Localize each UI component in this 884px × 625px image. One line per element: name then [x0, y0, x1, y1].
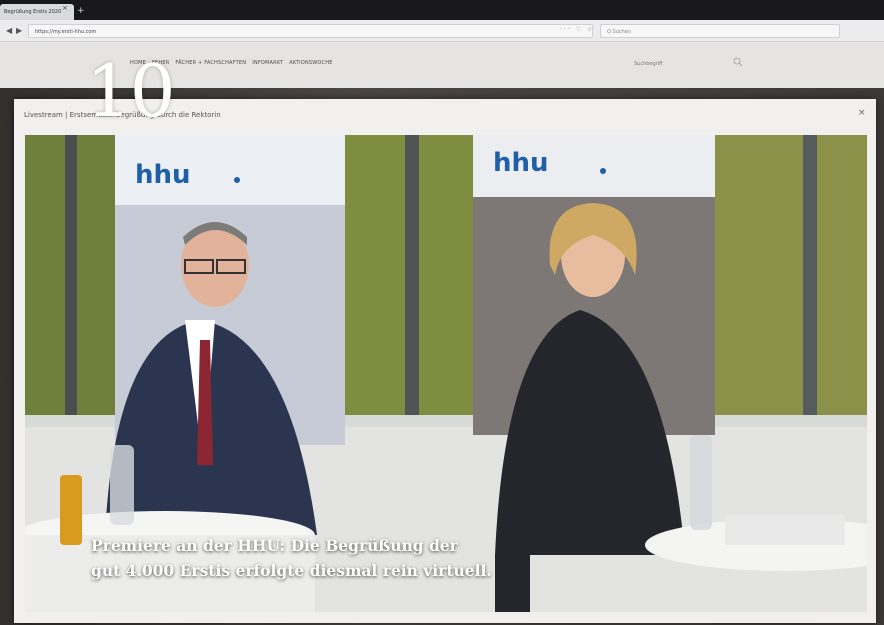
caption-line-2: gut 4.000 Erstis erfolgte diesmal rein v…	[91, 561, 492, 580]
banner-logo-right: hhu	[493, 148, 549, 178]
site-search-input[interactable]: Suchbegriff	[630, 56, 750, 72]
browser-tab-title: Begrüßung Erstis 2020	[4, 9, 62, 15]
water-bottle-left	[110, 445, 134, 525]
bookmark-icons[interactable]: ··· ♡ ☆	[560, 26, 594, 33]
juice-bottle	[60, 475, 82, 545]
search-icon[interactable]	[733, 57, 743, 67]
back-icon[interactable]: ◀	[6, 26, 12, 35]
close-icon[interactable]: ×	[858, 108, 866, 118]
forward-icon[interactable]: ▶	[16, 26, 22, 35]
caption-line-1: Premiere an der HHU: Die Begrüßung der	[91, 536, 458, 555]
photo-caption: Premiere an der HHU: Die Begrüßung der g…	[91, 533, 611, 583]
window-frame	[65, 135, 77, 425]
site-search-placeholder: Suchbegriff	[634, 61, 663, 67]
logo-dot-right	[600, 168, 606, 174]
browser-search-input[interactable]: Q Suchen	[600, 24, 840, 38]
nav-item-faecher[interactable]: FÄCHER + FACHSCHAFTEN	[175, 60, 246, 66]
nav-item-infomarkt[interactable]: INFOMARKT	[252, 60, 283, 66]
logo-dot-left	[234, 177, 240, 183]
address-url: https://my.ersti-hhu.com	[35, 29, 97, 35]
address-bar[interactable]: https://my.ersti-hhu.com	[28, 24, 593, 38]
window-frame-right	[803, 135, 817, 425]
browser-search-placeholder: Q Suchen	[607, 29, 632, 35]
papers	[725, 515, 845, 545]
browser-tab-bar: Begrüßung Erstis 2020 × +	[0, 0, 884, 20]
water-bottle-right	[690, 435, 712, 530]
browser-toolbar: ◀ ▶ https://my.ersti-hhu.com ··· ♡ ☆ Q S…	[0, 20, 884, 42]
nav-item-aktionswoche[interactable]: AKTIONSWOCHE	[289, 60, 332, 66]
slide-number: 10	[86, 49, 176, 133]
window-frame-middle	[405, 135, 419, 425]
window-trees-right	[715, 135, 867, 425]
tab-close-icon[interactable]: ×	[62, 4, 68, 12]
banner-logo-left: hhu	[135, 160, 191, 190]
new-tab-button[interactable]: +	[77, 6, 85, 16]
